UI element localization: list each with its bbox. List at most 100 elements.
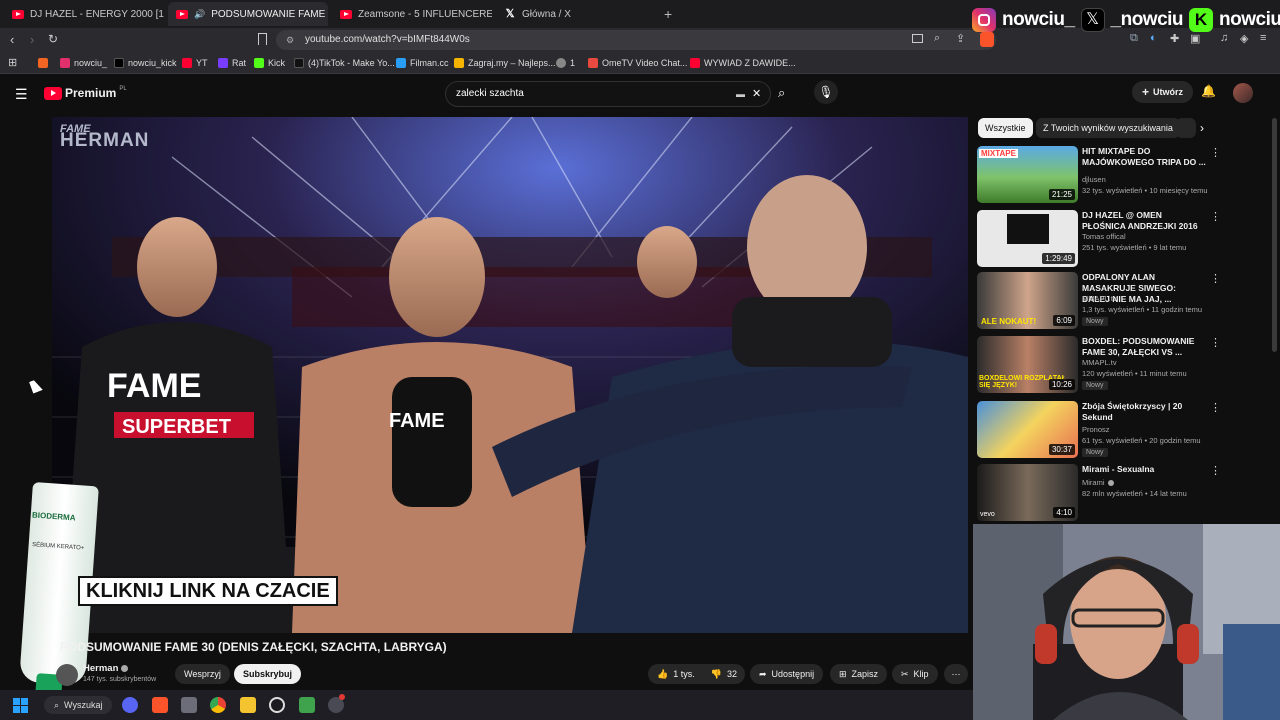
share-icon[interactable]: ⇪ xyxy=(956,32,965,45)
notification-dot xyxy=(339,694,345,700)
video-meta: 82 mln wyświetleń • 14 lat temu xyxy=(1082,489,1187,498)
channel-avatar[interactable] xyxy=(56,664,78,686)
microphone-icon[interactable]: 🎙 xyxy=(814,80,838,104)
kick-icon: K xyxy=(1189,8,1214,32)
game-icon[interactable] xyxy=(299,697,315,713)
vevo-logo: vevo xyxy=(980,511,995,518)
video-thumbnail[interactable]: 1:29:49 xyxy=(977,210,1078,267)
forward-icon[interactable]: › xyxy=(30,32,34,47)
site-info-icon[interactable]: ⚙ xyxy=(286,30,294,50)
search-input[interactable]: zalecki szachta ▬ ✕ xyxy=(445,81,771,107)
share-button[interactable]: ➦ Udostępnij xyxy=(750,664,824,684)
video-title: Zbója Świętokrzyscy | 20 Sekund xyxy=(1082,401,1183,422)
chrome-icon[interactable] xyxy=(210,697,226,713)
url-field[interactable]: ⚙ youtube.com/watch?v=bIMFt844W0s xyxy=(276,30,996,50)
video-thumbnail[interactable]: MIXTAPE 21:25 xyxy=(977,146,1078,203)
verified-icon xyxy=(121,665,129,672)
bookmark-item[interactable]: nowciu_kick xyxy=(114,56,177,70)
chip-from-search[interactable]: Z Twoich wyników wyszukiwania xyxy=(1036,118,1180,138)
more-vertical-icon[interactable]: ⋮ xyxy=(1210,146,1221,159)
tab-dj-hazel[interactable]: DJ HAZEL - ENERGY 2000 [11-11 xyxy=(4,2,164,26)
file-explorer-icon[interactable] xyxy=(240,697,256,713)
zoom-icon[interactable]: ⌕ xyxy=(934,32,940,45)
chip-all[interactable]: Wszystkie xyxy=(978,118,1033,138)
recommendation-item[interactable]: MIXTAPE 21:25 HIT MIXTAPE DO MAJÓWKOWEGO… xyxy=(976,146,1270,204)
more-vertical-icon[interactable]: ⋮ xyxy=(1210,464,1221,477)
bookmark-label: Kick xyxy=(268,58,286,68)
subscribe-button[interactable]: Subskrybuj xyxy=(234,664,302,684)
globe-icon xyxy=(556,58,566,68)
recommendation-item[interactable]: BOXDELOWI ROZPLĄTAŁ SIĘ JĘZYK! 10:26 BOX… xyxy=(976,336,1270,394)
video-thumbnail[interactable]: 30:37 xyxy=(977,401,1078,458)
apps-grid-icon[interactable]: ⊞ xyxy=(8,56,17,69)
youtube-logo[interactable]: Premium PL xyxy=(44,86,127,100)
like-button[interactable]: 👍 1 tys. xyxy=(657,664,695,684)
clip-button[interactable]: ✂ Klip xyxy=(892,664,938,684)
bookmark-item[interactable]: OmeTV Video Chat... xyxy=(588,56,687,70)
cast-icon[interactable] xyxy=(912,34,923,43)
app-icon[interactable] xyxy=(181,697,197,713)
video-thumbnail[interactable]: ALE NOKAUT! 6:09 xyxy=(977,272,1078,329)
tab-podsumowanie[interactable]: 🔊 PODSUMOWANIE FAME 30 (I ✕ xyxy=(168,2,328,26)
bookmark-rss[interactable] xyxy=(38,56,48,70)
more-actions-button[interactable]: ⋯ xyxy=(944,664,968,684)
video-thumbnail[interactable]: vevo 4:10 xyxy=(977,464,1078,521)
windows-start-icon[interactable] xyxy=(13,698,28,713)
avatar[interactable] xyxy=(1233,83,1253,103)
save-button[interactable]: ⊞ Zapisz xyxy=(830,664,888,684)
save-icon: ⊞ xyxy=(839,669,847,679)
recommendation-item[interactable]: vevo 4:10 Mirami - Sexualna Mirami 82 ml… xyxy=(976,464,1270,522)
reload-icon[interactable]: ↻ xyxy=(48,32,58,46)
youtube-icon xyxy=(182,58,192,68)
keyboard-icon[interactable]: ▬ xyxy=(736,82,745,106)
page-scrollbar[interactable] xyxy=(1272,118,1277,352)
more-vertical-icon[interactable]: ⋮ xyxy=(1210,210,1221,223)
rss-icon xyxy=(38,58,48,68)
chevron-right-icon[interactable]: › xyxy=(1200,121,1204,135)
bookmark-item[interactable]: (4)TikTok - Make Yo... xyxy=(294,56,395,70)
bookmark-item[interactable]: Filman.cc xyxy=(396,56,449,70)
video-player[interactable]: FAME SUPERBET FAME FAME HERMAN xyxy=(52,117,968,633)
hamburger-menu-icon[interactable]: ☰ xyxy=(15,86,28,103)
video-thumbnail[interactable]: BOXDELOWI ROZPLĄTAŁ SIĘ JĘZYK! 10:26 xyxy=(977,336,1078,393)
bookmark-item[interactable]: 1 xyxy=(556,56,575,70)
bookmark-item[interactable]: Kick xyxy=(254,56,285,70)
speaker-icon: 🔊 xyxy=(194,8,206,19)
search-icon[interactable]: ⌕ xyxy=(778,85,785,101)
bookmark-label: nowciu_kick xyxy=(128,58,177,68)
support-button[interactable]: Wesprzyj xyxy=(175,664,230,684)
youtube-icon xyxy=(340,9,352,19)
clear-search-icon[interactable]: ✕ xyxy=(752,82,761,106)
create-label: Utwórz xyxy=(1153,87,1184,97)
thumb-logo xyxy=(1007,214,1049,244)
dislike-button[interactable]: 👎 32 xyxy=(711,664,737,684)
recommendation-item[interactable]: ALE NOKAUT! 6:09 ODPALONY ALAN MASAKRUJE… xyxy=(976,272,1270,330)
like-count: 1 tys. xyxy=(673,669,695,679)
bookmark-item[interactable]: Rat xyxy=(218,56,246,70)
create-button[interactable]: + Utwórz xyxy=(1132,81,1194,103)
video-channel: djlusen xyxy=(1082,175,1106,184)
bookmark-item[interactable]: nowciu_ xyxy=(60,56,107,70)
more-vertical-icon[interactable]: ⋮ xyxy=(1210,272,1221,285)
obs-icon[interactable] xyxy=(269,697,285,713)
bookmark-item[interactable]: Zagraj.my – Najleps... xyxy=(454,56,556,70)
recommendation-item[interactable]: 1:29:49 DJ HAZEL @ OMEN PŁOŚNICA ANDRZEJ… xyxy=(976,210,1270,268)
tab-x-home[interactable]: 𝕏 Główna / X xyxy=(496,2,656,26)
bookmark-icon[interactable] xyxy=(258,33,267,45)
video-meta: 120 wyświetleń • 11 minut temu xyxy=(1082,369,1187,378)
brave-icon[interactable] xyxy=(152,697,168,713)
taskbar-search[interactable]: ⌕ Wyszukaj xyxy=(44,696,113,714)
chip-more[interactable] xyxy=(1176,118,1196,138)
new-tab-button[interactable]: + xyxy=(664,6,672,22)
more-vertical-icon[interactable]: ⋮ xyxy=(1210,401,1221,414)
back-icon[interactable]: ‹ xyxy=(10,32,14,47)
bookmark-item[interactable]: WYWIAD Z DAWIDE... xyxy=(690,56,796,70)
bookmark-item[interactable]: YT xyxy=(182,56,208,70)
channel-name-link[interactable]: Herman xyxy=(83,663,129,674)
notifications-bell-icon[interactable]: 🔔 xyxy=(1201,84,1216,98)
discord-icon[interactable] xyxy=(122,697,138,713)
tab-zeamsone[interactable]: Zeamsone - 5 INFLUENCEREK (BIG B xyxy=(332,2,492,26)
mouse-cursor-icon xyxy=(29,378,43,394)
more-vertical-icon[interactable]: ⋮ xyxy=(1210,336,1221,349)
recommendation-item[interactable]: 30:37 Zbója Świętokrzyscy | 20 Sekund Pr… xyxy=(976,401,1270,459)
